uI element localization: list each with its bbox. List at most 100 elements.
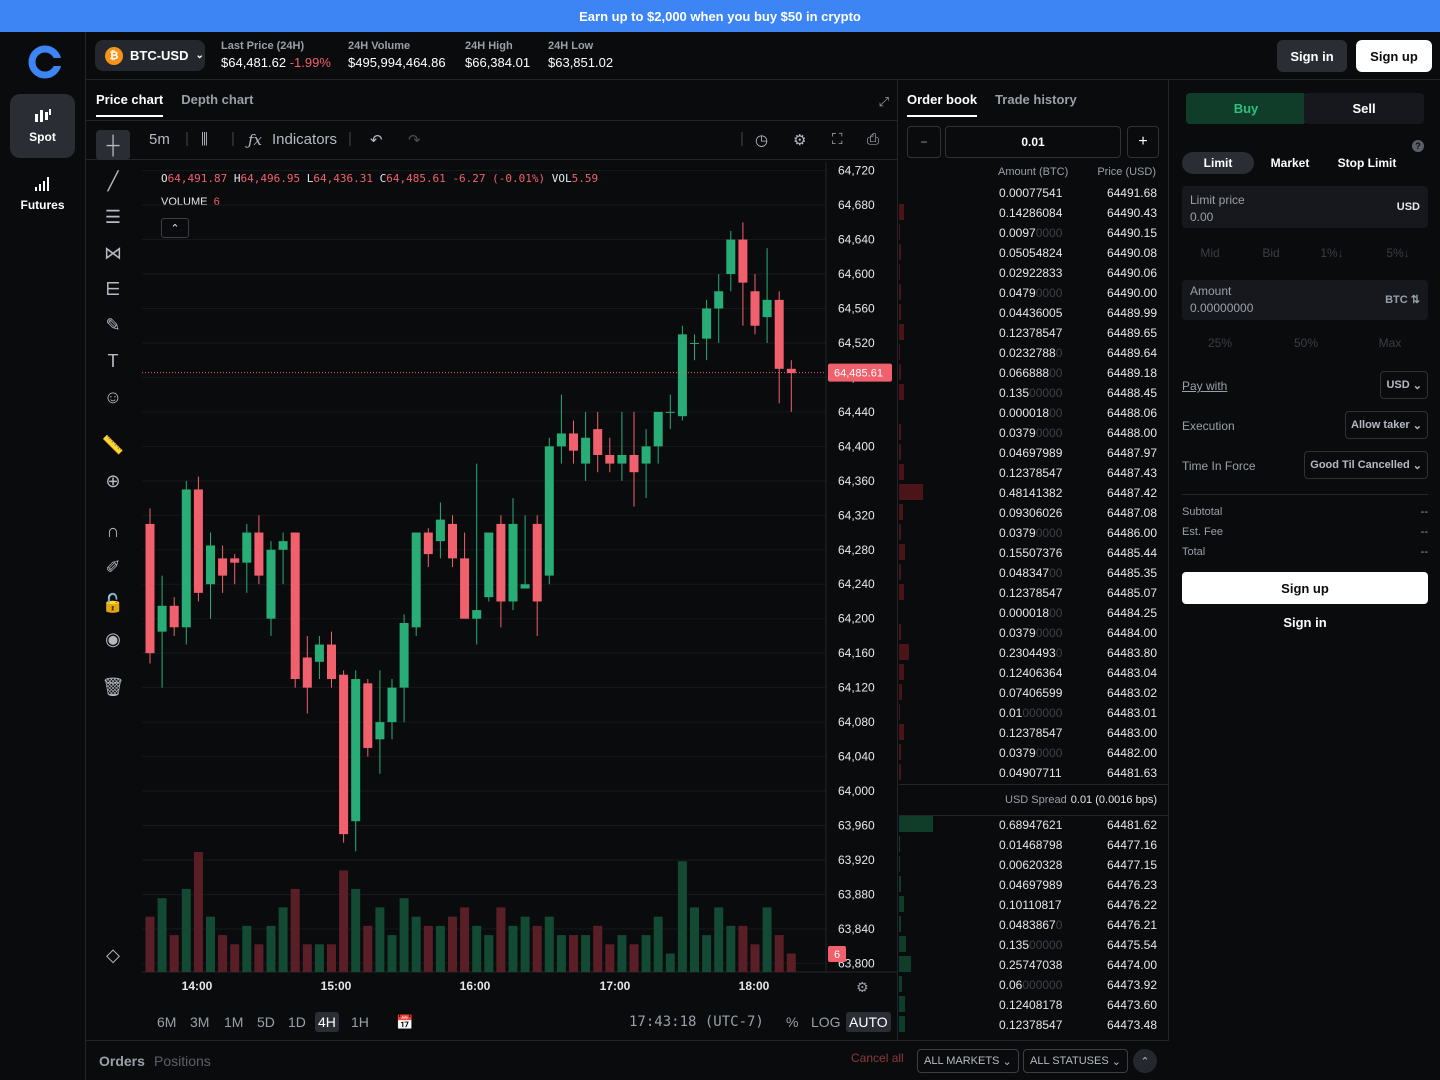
book-row[interactable]: 0.06688800 64489.18 [899, 362, 1169, 382]
trend-line-icon[interactable]: ╱ [96, 166, 130, 196]
lock-icon[interactable]: 🔓 [96, 588, 130, 618]
increment-value[interactable]: 0.01 [945, 126, 1121, 158]
pay-with-label[interactable]: Pay with [1182, 379, 1227, 393]
book-row[interactable]: 0.01000000 64483.01 [899, 702, 1169, 722]
book-row[interactable]: 0.03790000 64486.00 [899, 522, 1169, 542]
execution-select[interactable]: Allow taker ⌄ [1345, 411, 1428, 439]
book-row[interactable]: 0.09306026 64487.08 [899, 502, 1169, 522]
tab-orders[interactable]: Orders [99, 1053, 145, 1069]
sell-tab[interactable]: Sell [1304, 93, 1424, 124]
book-row[interactable]: 0.23044930 64483.80 [899, 642, 1169, 662]
indicators-button[interactable]: Indicators [272, 131, 337, 148]
range-1h[interactable]: 1H [348, 1012, 372, 1032]
price-chart[interactable]: 64,720 64,680 64,640 64,600 64,560 64,520 64,4… [142, 162, 897, 992]
book-row[interactable]: 0.10110817 64476.22 [899, 894, 1169, 914]
book-row[interactable]: 0.02327880 64489.64 [899, 342, 1169, 362]
book-row[interactable]: 0.04838670 64476.21 [899, 914, 1169, 934]
tab-positions[interactable]: Positions [154, 1053, 211, 1069]
book-row[interactable]: 0.13500000 64488.45 [899, 382, 1169, 402]
limit-price-field[interactable]: Limit price 0.00 USD [1182, 186, 1428, 228]
camera-icon[interactable]: ⎙ [867, 131, 879, 148]
expand-icon[interactable]: ⤢ [879, 94, 889, 110]
fullscreen-icon[interactable]: ⛶ [832, 131, 843, 148]
order-type-limit[interactable]: Limit [1182, 152, 1254, 174]
amount-unit[interactable]: BTC ⇅ [1385, 293, 1420, 306]
tab-order-book[interactable]: Order book [907, 92, 978, 117]
zoom-in-icon[interactable]: ⊕ [96, 466, 130, 496]
alert-clock-icon[interactable]: ◷ [755, 131, 768, 149]
book-row[interactable]: 0.12378547 64487.43 [899, 462, 1169, 482]
range-4h[interactable]: 4H [315, 1012, 339, 1032]
eye-icon[interactable]: ◉ [96, 624, 130, 654]
book-row[interactable]: 0.48141382 64487.42 [899, 482, 1169, 502]
brush-icon[interactable]: ✎ [96, 310, 130, 340]
increment-button[interactable]: + [1127, 126, 1159, 158]
book-row[interactable]: 0.07406599 64483.02 [899, 682, 1169, 702]
book-row[interactable]: 0.04790000 64490.00 [899, 282, 1169, 302]
decrement-button[interactable]: − [907, 126, 941, 158]
rail-futures[interactable]: Futures [10, 162, 75, 226]
range-6m[interactable]: 6M [154, 1012, 179, 1032]
redo-icon[interactable]: ↷ [408, 131, 421, 149]
sign-up-button[interactable]: Sign up [1356, 40, 1432, 72]
book-row[interactable]: 0.12378547 64485.07 [899, 582, 1169, 602]
book-row[interactable]: 0.00001800 64484.25 [899, 602, 1169, 622]
undo-icon[interactable]: ↶ [370, 131, 383, 149]
book-row[interactable]: 0.03790000 64484.00 [899, 622, 1169, 642]
order-type-market[interactable]: Market [1266, 152, 1314, 174]
book-row[interactable]: 0.00077541 64491.68 [899, 182, 1169, 202]
book-row[interactable]: 0.15507376 64485.44 [899, 542, 1169, 562]
range-3m[interactable]: 3M [187, 1012, 212, 1032]
book-row[interactable]: 0.05054824 64490.08 [899, 242, 1169, 262]
text-tool-icon[interactable]: T [96, 346, 130, 376]
interval-selector[interactable]: 5m [149, 131, 170, 148]
lock-drawing-icon[interactable]: ✐ [96, 552, 130, 582]
amount-chip-50[interactable]: 50% [1276, 330, 1336, 356]
price-chip-5pct[interactable]: 5%↓ [1370, 240, 1426, 266]
price-chip-bid[interactable]: Bid [1243, 240, 1299, 266]
book-row[interactable]: 0.06000000 64473.92 [899, 974, 1169, 994]
book-row[interactable]: 0.12406364 64483.04 [899, 662, 1169, 682]
book-row[interactable]: 0.04697989 64487.97 [899, 442, 1169, 462]
book-row[interactable]: 0.00001800 64488.06 [899, 402, 1169, 422]
book-row[interactable]: 0.03790000 64482.00 [899, 742, 1169, 762]
price-chip-1pct[interactable]: 1%↓ [1304, 240, 1360, 266]
book-row[interactable]: 0.13500000 64475.54 [899, 934, 1169, 954]
tab-depth-chart[interactable]: Depth chart [181, 92, 253, 117]
pair-selector[interactable]: ₿ BTC-USD ⌄ [95, 40, 205, 71]
range-1d[interactable]: 1D [285, 1012, 309, 1032]
book-row[interactable]: 0.68947621 64481.62 [899, 814, 1169, 834]
book-row[interactable]: 0.01468798 64477.16 [899, 834, 1169, 854]
trade-sign-up-button[interactable]: Sign up [1182, 572, 1428, 604]
book-row[interactable]: 0.04436005 64489.99 [899, 302, 1169, 322]
book-row[interactable]: 0.12378547 64483.00 [899, 722, 1169, 742]
cancel-all-button[interactable]: Cancel all [851, 1051, 904, 1065]
book-row[interactable]: 0.00620328 64477.15 [899, 854, 1169, 874]
crosshair-icon[interactable]: ┼ [96, 130, 130, 160]
date-range-icon[interactable]: 📅 [393, 1012, 416, 1033]
book-row[interactable]: 0.02922833 64490.06 [899, 262, 1169, 282]
sign-in-button[interactable]: Sign in [1277, 40, 1347, 72]
order-type-stop-limit[interactable]: Stop Limit [1332, 152, 1402, 174]
percent-toggle[interactable]: % [783, 1012, 801, 1032]
amount-field[interactable]: Amount 0.00000000 BTC ⇅ [1182, 280, 1428, 320]
book-row[interactable]: 0.03790000 64488.00 [899, 422, 1169, 442]
amount-chip-max[interactable]: Max [1360, 330, 1420, 356]
log-toggle[interactable]: LOG [808, 1012, 844, 1032]
emoji-icon[interactable]: ☺ [96, 382, 130, 412]
promo-banner[interactable]: Earn up to $2,000 when you buy $50 in cr… [0, 0, 1440, 32]
book-row[interactable]: 0.14286084 64490.43 [899, 202, 1169, 222]
layers-icon[interactable]: ◇ [96, 940, 130, 970]
price-chip-mid[interactable]: Mid [1182, 240, 1238, 266]
auto-toggle[interactable]: AUTO [846, 1012, 891, 1032]
book-row[interactable]: 0.04907711 64481.63 [899, 762, 1169, 782]
settings-gear-icon[interactable]: ⚙ [793, 131, 806, 149]
book-row[interactable]: 0.12378547 64473.48 [899, 1014, 1169, 1034]
amount-chip-25[interactable]: 25% [1190, 330, 1250, 356]
magnet-icon[interactable]: ∩ [96, 516, 130, 546]
tif-select[interactable]: Good Til Cancelled ⌄ [1304, 451, 1428, 479]
pattern-icon[interactable]: ⋈ [96, 238, 130, 268]
trade-sign-in-link[interactable]: Sign in [1182, 610, 1428, 634]
status-filter[interactable]: ALL STATUSES ⌄ [1023, 1049, 1128, 1073]
coinbase-logo-icon[interactable] [28, 45, 62, 79]
